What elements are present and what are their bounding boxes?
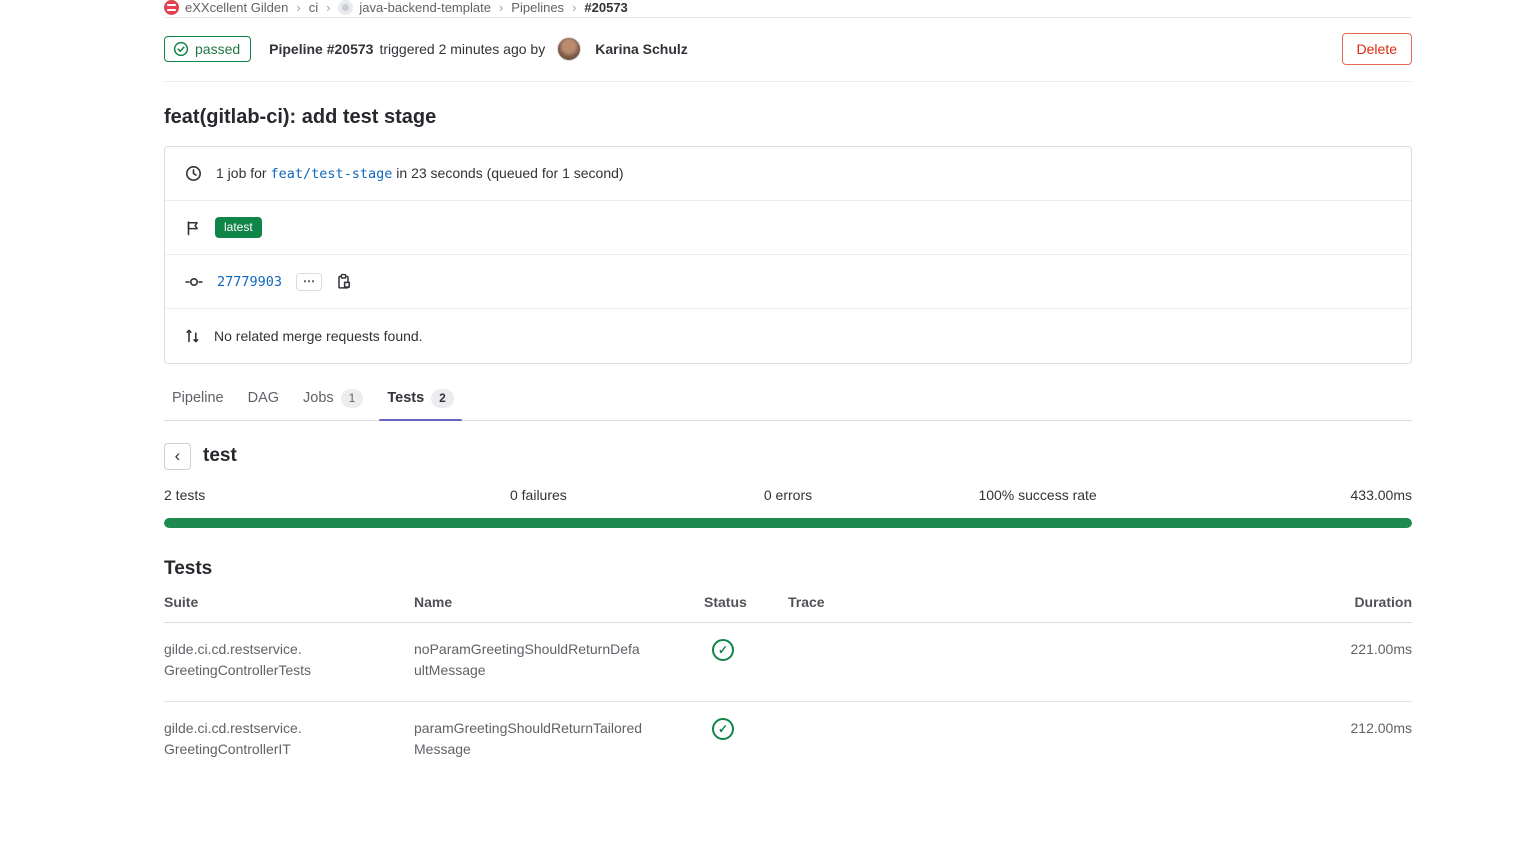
breadcrumb-item-ci[interactable]: ci xyxy=(309,0,318,15)
breadcrumb-item-pipeline-id: #20573 xyxy=(584,0,627,15)
branch-link[interactable]: feat/test-stage xyxy=(270,166,392,182)
success-progress-fill xyxy=(164,518,1412,528)
commit-sha-link[interactable]: 27779903 xyxy=(217,274,282,290)
latest-row: latest xyxy=(165,201,1411,255)
breadcrumb-label: eXXcellent Gilden xyxy=(185,0,288,15)
tests-table-header: Suite Name Status Trace Duration xyxy=(164,594,1412,623)
commit-title: feat(gitlab-ci): add test stage xyxy=(164,106,1412,129)
pipeline-header-row: passed Pipeline #20573 triggered 2 minut… xyxy=(164,18,1412,82)
stat-errors: 0 errors xyxy=(663,487,913,503)
triggered-text: triggered 2 minutes ago by xyxy=(379,41,545,57)
latest-badge: latest xyxy=(215,217,262,237)
commit-icon xyxy=(185,274,203,290)
commit-expand-button[interactable]: ⋯ xyxy=(296,273,322,291)
user-avatar xyxy=(557,37,581,61)
clock-icon xyxy=(185,165,202,182)
column-trace: Trace xyxy=(788,594,908,610)
status-passed-icon: ✓ xyxy=(712,718,734,740)
test-status-cell: ✓ xyxy=(704,639,788,681)
project-avatar-icon xyxy=(338,0,353,15)
tests-table: Suite Name Status Trace Duration gilde.​… xyxy=(164,594,1412,780)
test-duration-cell: 221.00ms xyxy=(908,639,1412,681)
test-duration-cell: 212.00ms xyxy=(908,718,1412,760)
test-status-cell: ✓ xyxy=(704,718,788,760)
suite-title: test xyxy=(203,445,237,467)
group-logo-icon xyxy=(164,0,179,15)
job-summary-row: 1 job for feat/test-stage in 23 seconds … xyxy=(165,147,1411,201)
tests-heading: Tests xyxy=(164,558,1412,580)
status-passed-icon: ✓ xyxy=(712,639,734,661)
breadcrumb-item-group[interactable]: eXXcellent Gilden xyxy=(164,0,288,15)
test-name-cell: noParamGreetingShouldReturnDefaultMessag… xyxy=(414,639,645,681)
stat-duration: 433.00ms xyxy=(1162,487,1412,503)
tab-count-badge: 2 xyxy=(431,389,454,408)
pipeline-number: Pipeline #20573 xyxy=(269,41,373,57)
delete-button[interactable]: Delete xyxy=(1342,33,1412,65)
tab-tests[interactable]: Tests 2 xyxy=(379,380,462,420)
tab-count-badge: 1 xyxy=(341,389,364,408)
breadcrumb-label: #20573 xyxy=(584,0,627,15)
test-trace-cell xyxy=(788,718,908,760)
stat-tests: 2 tests xyxy=(164,487,414,503)
user-name-link[interactable]: Karina Schulz xyxy=(595,41,688,57)
chevron-right-icon: › xyxy=(296,0,300,15)
test-name-cell: paramGreetingShouldReturnTailoredMessage xyxy=(414,718,645,760)
status-badge-label: passed xyxy=(195,41,240,57)
pipeline-page: eXXcellent Gilden › ci › java-backend-te… xyxy=(164,0,1412,780)
commit-row: 27779903 ⋯ xyxy=(165,255,1411,309)
column-suite: Suite xyxy=(164,594,414,610)
chevron-right-icon: › xyxy=(326,0,330,15)
tab-label: Pipeline xyxy=(172,390,224,406)
flag-icon xyxy=(185,220,201,236)
copy-sha-button[interactable] xyxy=(336,273,352,290)
merge-requests-text: No related merge requests found. xyxy=(214,328,423,344)
tab-label: DAG xyxy=(248,390,279,406)
column-status: Status xyxy=(704,594,788,610)
breadcrumb-label: java-backend-template xyxy=(359,0,491,15)
merge-request-icon xyxy=(185,328,200,344)
breadcrumb-item-project[interactable]: java-backend-template xyxy=(338,0,491,15)
pipeline-info: Pipeline #20573 triggered 2 minutes ago … xyxy=(269,37,1341,61)
test-suite-header: ‹ test xyxy=(164,443,1412,470)
job-duration-text: in 23 seconds (queued for 1 second) xyxy=(396,165,623,181)
breadcrumb: eXXcellent Gilden › ci › java-backend-te… xyxy=(164,0,1412,18)
stat-failures: 0 failures xyxy=(414,487,664,503)
column-duration: Duration xyxy=(908,594,1412,610)
test-trace-cell xyxy=(788,639,908,681)
pipeline-info-box: 1 job for feat/test-stage in 23 seconds … xyxy=(164,146,1412,364)
chevron-right-icon: › xyxy=(499,0,503,15)
breadcrumb-label: ci xyxy=(309,0,318,15)
tab-label: Tests xyxy=(387,390,424,406)
table-row: gilde.​ci.​cd.​restservice.​GreetingCont… xyxy=(164,623,1412,702)
breadcrumb-item-pipelines[interactable]: Pipelines xyxy=(511,0,564,15)
tab-jobs[interactable]: Jobs 1 xyxy=(295,380,371,420)
back-button[interactable]: ‹ xyxy=(164,443,191,470)
clipboard-icon xyxy=(336,273,352,290)
stat-success-rate: 100% success rate xyxy=(913,487,1163,503)
suite-stats-row: 2 tests 0 failures 0 errors 100% success… xyxy=(164,487,1412,503)
success-progress-bar xyxy=(164,518,1412,528)
status-badge[interactable]: passed xyxy=(164,36,251,62)
tab-pipeline[interactable]: Pipeline xyxy=(164,380,232,420)
chevron-right-icon: › xyxy=(572,0,576,15)
check-circle-icon xyxy=(173,41,189,57)
test-suite-cell: gilde.​ci.​cd.​restservice.​GreetingCont… xyxy=(164,718,404,760)
job-summary-text: 1 job for feat/test-stage in 23 seconds … xyxy=(216,165,624,182)
column-name: Name xyxy=(414,594,704,610)
pipeline-tabs: Pipeline DAG Jobs 1 Tests 2 xyxy=(164,380,1412,421)
tab-label: Jobs xyxy=(303,390,334,406)
tab-dag[interactable]: DAG xyxy=(240,380,287,420)
table-row: gilde.​ci.​cd.​restservice.​GreetingCont… xyxy=(164,702,1412,780)
test-suite-cell: gilde.​ci.​cd.​restservice.​GreetingCont… xyxy=(164,639,404,681)
merge-requests-row: No related merge requests found. xyxy=(165,309,1411,363)
breadcrumb-label: Pipelines xyxy=(511,0,564,15)
job-count-text: 1 job for xyxy=(216,165,267,181)
